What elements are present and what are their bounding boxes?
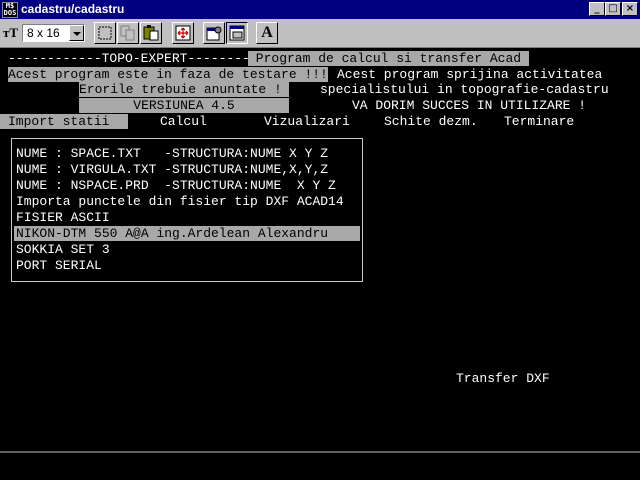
menu-vizualizari[interactable]: Vizualizari [264, 114, 350, 129]
menu-import-statii[interactable]: Import statii [0, 114, 128, 129]
list-item[interactable]: NUME : NSPACE.PRD -STRUCTURA:NUME X Y Z [16, 178, 336, 193]
purpose-notice: Acest program sprijina activitatea [337, 67, 603, 82]
errors-notice: Erorile trebuie anuntate ! [79, 82, 289, 97]
minimize-button[interactable]: _ [589, 2, 605, 16]
mark-button[interactable] [94, 22, 116, 44]
mark-icon [98, 26, 112, 40]
copy-icon [120, 25, 135, 41]
list-item[interactable]: Importa punctele din fisier tip DXF ACAD… [16, 194, 344, 209]
properties-icon [206, 26, 222, 41]
background-button[interactable] [226, 22, 248, 44]
background-icon [229, 25, 245, 41]
close-button[interactable]: × [622, 2, 638, 16]
font-size-select[interactable]: 8 x 16 [22, 24, 85, 42]
version-label: VERSIUNEA 4.5 [79, 98, 289, 113]
list-item[interactable]: NUME : VIRGULA.TXT -STRUCTURA:NUME,X,Y,Z [16, 162, 328, 177]
paste-icon [143, 25, 159, 41]
list-item-selected[interactable]: NIKON-DTM 550 A@A ing.Ardelean Alexandru [14, 226, 360, 241]
full-screen-icon [175, 25, 191, 41]
testing-notice: Acest program este in faza de testare !!… [8, 67, 328, 82]
header-title: ------------TOPO-EXPERT-------- [8, 51, 250, 66]
status-hint: Transfer DXF [456, 371, 550, 386]
good-luck-message: VA DORIM SUCCES IN UTILIZARE ! [352, 98, 587, 113]
copy-button[interactable] [117, 22, 139, 44]
chevron-down-icon[interactable] [69, 25, 84, 41]
list-item[interactable]: NUME : SPACE.TXT -STRUCTURA:NUME X Y Z [16, 146, 328, 161]
menu-calcul[interactable]: Calcul [160, 114, 207, 129]
menu-terminare[interactable]: Terminare [504, 114, 574, 129]
menu-schite-dezm[interactable]: Schite dezm. [384, 114, 478, 129]
window-title: cadastru/cadastru [21, 2, 125, 16]
toolbar: ᴛT 8 x 16 A [0, 19, 640, 48]
maximize-button[interactable]: □ [605, 2, 621, 16]
console-area[interactable]: ------------TOPO-EXPERT-------- Program … [0, 48, 640, 450]
font-icon: ᴛT [3, 25, 19, 40]
font-size-value: 8 x 16 [27, 26, 60, 40]
ms-dos-app-icon[interactable]: M$ DOS [2, 2, 18, 18]
app-icon-line-2: DOS [3, 9, 17, 17]
list-item[interactable]: FISIER ASCII [16, 210, 110, 225]
paste-button[interactable] [140, 22, 162, 44]
list-item[interactable]: SOKKIA SET 3 [16, 242, 110, 257]
title-bar[interactable]: M$ DOS cadastru/cadastru _ □ × [0, 0, 640, 19]
list-item[interactable]: PORT SERIAL [16, 258, 102, 273]
font-button[interactable]: A [256, 22, 278, 44]
properties-button[interactable] [203, 22, 225, 44]
import-dropdown: NUME : SPACE.TXT -STRUCTURA:NUME X Y Z N… [11, 138, 363, 282]
full-screen-button[interactable] [172, 22, 194, 44]
header-program-banner: Program de calcul si transfer Acad [248, 51, 529, 66]
bottom-divider [0, 451, 640, 453]
specialist-notice: specialistului in topografie-cadastru [320, 82, 609, 97]
